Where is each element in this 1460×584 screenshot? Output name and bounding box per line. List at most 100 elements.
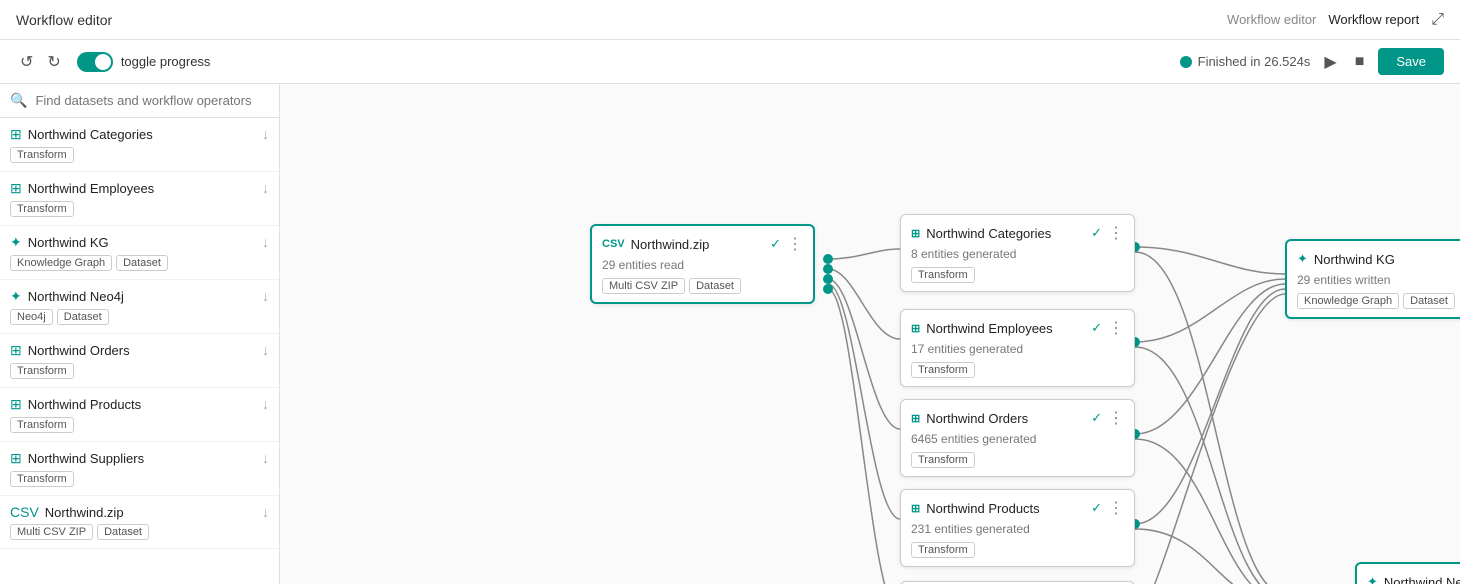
sidebar-item-northwind-orders[interactable]: ⊞ Northwind Orders Transform ↓ <box>0 334 279 388</box>
item-icon: ⊞ <box>10 342 22 359</box>
item-name: Northwind Categories <box>28 127 153 142</box>
node-subtitle: 29 entities written <box>1287 273 1460 293</box>
sidebar-item-northwind-neo4j[interactable]: ✦ Northwind Neo4j Neo4jDataset ↓ <box>0 280 279 334</box>
menu-icon[interactable]: ⋮ <box>787 234 803 254</box>
tag-kg: Knowledge Graph <box>1297 293 1399 309</box>
search-box: 🔍 <box>0 84 279 118</box>
menu-icon[interactable]: ⋮ <box>1108 318 1124 338</box>
kg-icon: ✦ <box>1297 251 1308 267</box>
sidebar-item-northwind-suppliers[interactable]: ⊞ Northwind Suppliers Transform ↓ <box>0 442 279 496</box>
redo-button[interactable]: ↻ <box>43 48 64 76</box>
csv-icon: ⊞ <box>911 227 920 240</box>
item-name: Northwind Employees <box>28 181 154 196</box>
tag-transform: Transform <box>911 542 975 558</box>
sidebar-item-header: ⊞ Northwind Suppliers <box>10 450 144 467</box>
search-input[interactable] <box>35 93 269 108</box>
item-tags: Transform <box>10 147 153 163</box>
item-icon: ✦ <box>10 288 22 305</box>
item-icon: ⊞ <box>10 180 22 197</box>
sort-icon[interactable]: ↓ <box>262 126 269 142</box>
undo-button[interactable]: ↺ <box>16 48 37 76</box>
node-northwind-zip[interactable]: CSV Northwind.zip ✓ ⋮ 29 entities read M… <box>590 224 815 304</box>
menu-icon[interactable]: ⋮ <box>1108 223 1124 243</box>
node-northwind-employees[interactable]: ⊞ Northwind Employees ✓ ⋮ 17 entities ge… <box>900 309 1135 387</box>
app-title: Workflow editor <box>16 12 112 28</box>
node-subtitle: 6465 entities generated <box>901 432 1134 452</box>
toggle-group: toggle progress <box>77 52 211 72</box>
status-dot <box>1180 56 1192 68</box>
node-northwind-categories[interactable]: ⊞ Northwind Categories ✓ ⋮ 8 entities ge… <box>900 214 1135 292</box>
expand-icon[interactable]: ⤢ <box>1431 11 1444 29</box>
node-northwind-kg[interactable]: ✦ Northwind KG ✓ ⋮ 29 entities written K… <box>1285 239 1460 319</box>
play-button[interactable]: ▶ <box>1320 48 1340 76</box>
item-tags: Transform <box>10 363 130 379</box>
sort-icon[interactable]: ↓ <box>262 450 269 466</box>
sort-icon[interactable]: ↓ <box>262 234 269 250</box>
sort-icon[interactable]: ↓ <box>262 504 269 520</box>
sidebar-item-header: ⊞ Northwind Employees <box>10 180 154 197</box>
tag-multi-csv-zip: Multi CSV ZIP <box>602 278 685 294</box>
item-name: Northwind Suppliers <box>28 451 144 466</box>
nav-editor[interactable]: Workflow editor <box>1227 12 1316 27</box>
node-header: ✦ Northwind Neo4j ✓ ⋮ <box>1357 564 1460 584</box>
menu-icon[interactable]: ⋮ <box>1108 408 1124 428</box>
canvas[interactable]: CSV Northwind.zip ✓ ⋮ 29 entities read M… <box>280 84 1460 584</box>
node-header: CSV Northwind.zip ✓ ⋮ <box>592 226 813 258</box>
node-northwind-orders[interactable]: ⊞ Northwind Orders ✓ ⋮ 6465 entities gen… <box>900 399 1135 477</box>
sidebar-item-header: ⊞ Northwind Categories <box>10 126 153 143</box>
sidebar-item-northwind-products[interactable]: ⊞ Northwind Products Transform ↓ <box>0 388 279 442</box>
csv-icon: ⊞ <box>911 412 920 425</box>
node-title: Northwind.zip <box>631 237 710 252</box>
sidebar-item-northwind-employees[interactable]: ⊞ Northwind Employees Transform ↓ <box>0 172 279 226</box>
csv-icon: CSV <box>602 238 625 250</box>
sort-icon[interactable]: ↓ <box>262 396 269 412</box>
tag: Neo4j <box>10 309 53 325</box>
sidebar-item-northwind-kg[interactable]: ✦ Northwind KG Knowledge GraphDataset ↓ <box>0 226 279 280</box>
tag: Transform <box>10 417 74 433</box>
sort-icon[interactable]: ↓ <box>262 288 269 304</box>
progress-toggle[interactable] <box>77 52 113 72</box>
sidebar-item-content: ⊞ Northwind Products Transform <box>10 396 141 433</box>
csv-icon: ⊞ <box>911 322 920 335</box>
node-northwind-products[interactable]: ⊞ Northwind Products ✓ ⋮ 231 entities ge… <box>900 489 1135 567</box>
tag: Transform <box>10 363 74 379</box>
tag-transform: Transform <box>911 362 975 378</box>
sort-icon[interactable]: ↓ <box>262 180 269 196</box>
header-nav: Workflow editor Workflow report ⤢ <box>1227 11 1444 29</box>
sidebar-item-header: ⊞ Northwind Products <box>10 396 141 413</box>
tag: Transform <box>10 471 74 487</box>
item-icon: CSV <box>10 504 39 520</box>
sort-icon[interactable]: ↓ <box>262 342 269 358</box>
item-icon: ✦ <box>10 234 22 251</box>
sidebar-item-northwind-zip[interactable]: CSV Northwind.zip Multi CSV ZIPDataset ↓ <box>0 496 279 549</box>
tag: Dataset <box>97 524 149 540</box>
sidebar: 🔍 ⊞ Northwind Categories Transform ↓ ⊞ N… <box>0 84 280 584</box>
node-tags: Knowledge Graph Dataset <box>1287 293 1460 317</box>
item-tags: Neo4jDataset <box>10 309 124 325</box>
node-header: ⊞ Northwind Employees ✓ ⋮ <box>901 310 1134 342</box>
sidebar-item-northwind-categories[interactable]: ⊞ Northwind Categories Transform ↓ <box>0 118 279 172</box>
item-icon: ⊞ <box>10 396 22 413</box>
sidebar-list: ⊞ Northwind Categories Transform ↓ ⊞ Nor… <box>0 118 279 584</box>
menu-icon[interactable]: ⋮ <box>1108 498 1124 518</box>
item-tags: Transform <box>10 417 141 433</box>
sidebar-item-content: ✦ Northwind Neo4j Neo4jDataset <box>10 288 124 325</box>
sidebar-item-header: ✦ Northwind KG <box>10 234 168 251</box>
node-tags: Transform <box>901 452 1134 476</box>
node-northwind-neo4j[interactable]: ✦ Northwind Neo4j ✓ ⋮ 29 entities writte… <box>1355 562 1460 584</box>
node-header: ⊞ Northwind Orders ✓ ⋮ <box>901 400 1134 432</box>
item-name: Northwind.zip <box>45 505 124 520</box>
node-subtitle: 231 entities generated <box>901 522 1134 542</box>
node-tags: Transform <box>901 267 1134 291</box>
node-subtitle: 29 entities read <box>592 258 813 278</box>
save-button[interactable]: Save <box>1378 48 1444 75</box>
neo4j-icon: ✦ <box>1367 574 1378 584</box>
check-icon: ✓ <box>770 236 781 252</box>
stop-button[interactable]: ■ <box>1351 49 1369 75</box>
node-header: ⊞ Northwind Categories ✓ ⋮ <box>901 215 1134 247</box>
nav-report[interactable]: Workflow report <box>1328 12 1419 27</box>
node-tags: Transform <box>901 362 1134 386</box>
sidebar-item-content: ⊞ Northwind Suppliers Transform <box>10 450 144 487</box>
item-icon: ⊞ <box>10 450 22 467</box>
item-name: Northwind Neo4j <box>28 289 124 304</box>
